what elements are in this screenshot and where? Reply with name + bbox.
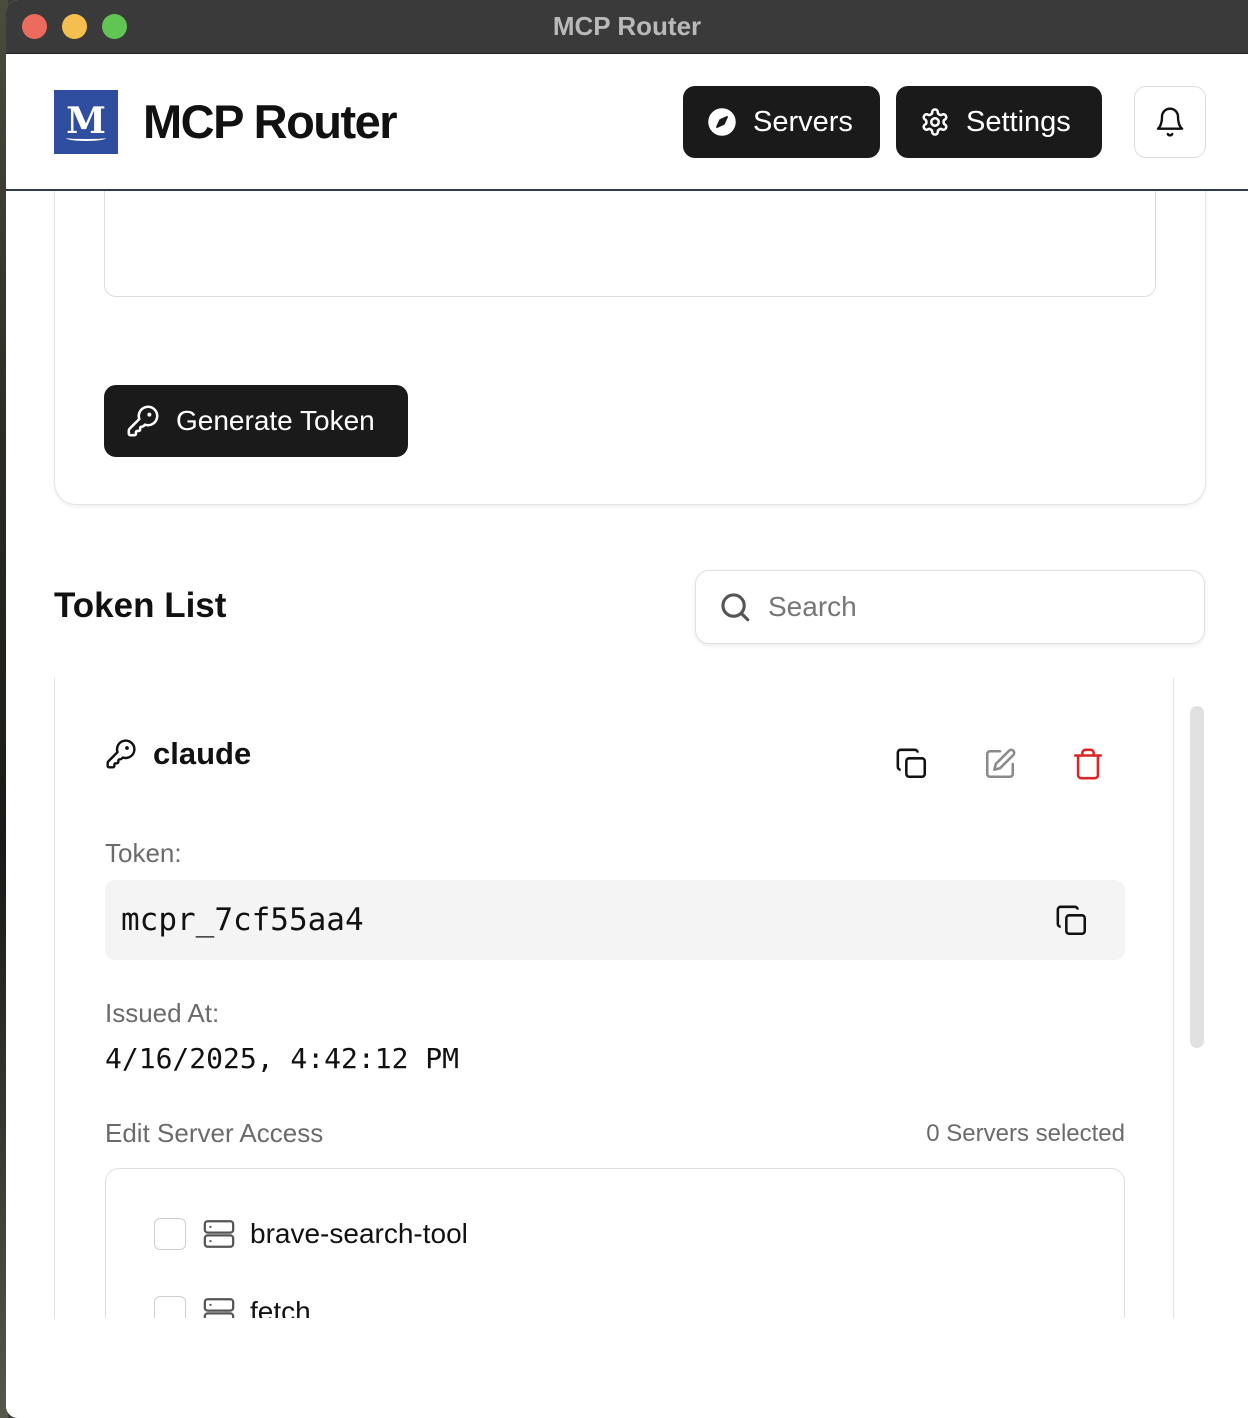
scrollbar[interactable] — [1190, 706, 1204, 1048]
issued-at-value: 4/16/2025, 4:42:12 PM — [105, 1042, 460, 1075]
server-name: brave-search-tool — [250, 1218, 468, 1249]
trash-icon — [1073, 748, 1103, 780]
server-checkbox[interactable] — [154, 1218, 186, 1250]
key-icon — [106, 739, 136, 769]
token-label: Token: — [105, 838, 182, 868]
app-name: MCP Router — [143, 95, 398, 148]
issued-at-label: Issued At: — [105, 998, 220, 1028]
servers-selected-count: 0 Servers selected — [926, 1120, 1125, 1147]
server-icon — [203, 1298, 235, 1318]
app-window: MCP Router M MCP Router Servers Settings — [6, 0, 1248, 1418]
search-input[interactable] — [768, 591, 1168, 623]
copy-token-button[interactable] — [892, 744, 932, 784]
edit-icon — [985, 748, 1016, 779]
logo-swoosh — [66, 135, 106, 141]
server-access-list: brave-search-tool fetch — [105, 1168, 1125, 1318]
token-list: claude Token: mcpr_7cf55aa4 Issued At: 4… — [54, 678, 1174, 1318]
compass-icon — [708, 108, 736, 136]
copy-icon — [1056, 905, 1087, 936]
app-logo: M — [54, 90, 118, 154]
edit-server-access-label: Edit Server Access — [105, 1118, 324, 1148]
token-list-title: Token List — [54, 586, 227, 625]
server-name: fetch — [250, 1296, 311, 1318]
generate-token-label: Generate Token — [176, 405, 375, 436]
copy-token-value-button[interactable] — [1053, 902, 1091, 940]
bell-icon — [1156, 107, 1184, 137]
server-checkbox[interactable] — [154, 1296, 186, 1318]
notifications-button[interactable] — [1134, 86, 1206, 158]
server-item[interactable]: brave-search-tool — [154, 1217, 468, 1251]
logo-letter: M — [66, 100, 106, 142]
servers-label: Servers — [753, 105, 853, 138]
key-icon — [127, 405, 159, 437]
search-icon — [721, 593, 750, 622]
delete-token-button[interactable] — [1068, 744, 1108, 784]
token-name: claude — [153, 736, 252, 771]
edit-token-button[interactable] — [980, 744, 1020, 784]
copy-icon — [896, 748, 927, 779]
token-search[interactable] — [695, 570, 1205, 644]
window-footer — [6, 1319, 1248, 1418]
gear-icon — [922, 108, 948, 136]
token-header: claude — [105, 736, 251, 772]
app-header: M MCP Router Servers Settings — [6, 54, 1248, 191]
generate-token-button[interactable]: Generate Token — [104, 385, 408, 457]
servers-button[interactable]: Servers — [683, 86, 880, 158]
generate-token-card: Generate Token — [54, 150, 1206, 505]
window-title: MCP Router — [552, 11, 702, 41]
token-value: mcpr_7cf55aa4 — [121, 902, 364, 938]
server-icon — [203, 1220, 235, 1248]
window-titlebar: MCP Router — [6, 0, 1248, 54]
token-value-box: mcpr_7cf55aa4 — [105, 880, 1125, 960]
server-item[interactable]: fetch — [154, 1295, 311, 1318]
settings-button[interactable]: Settings — [896, 86, 1102, 158]
settings-label: Settings — [966, 105, 1071, 138]
